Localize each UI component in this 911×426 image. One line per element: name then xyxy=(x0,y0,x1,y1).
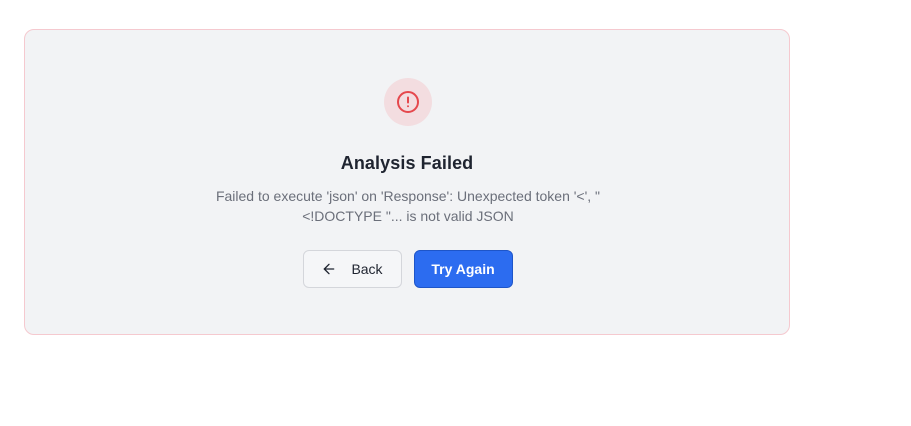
error-actions: Back Try Again xyxy=(25,250,789,288)
back-button[interactable]: Back xyxy=(302,250,402,288)
back-button-label: Back xyxy=(351,261,383,277)
try-again-button[interactable]: Try Again xyxy=(413,250,513,288)
error-message-line-2: <!DOCTYPE "... is not valid JSON xyxy=(302,208,514,224)
alert-circle-icon xyxy=(397,91,419,113)
error-message-line-1: Failed to execute 'json' on 'Response': … xyxy=(215,188,601,204)
error-title: Analysis Failed xyxy=(340,153,474,173)
try-again-button-label: Try Again xyxy=(431,261,495,277)
error-icon-container xyxy=(384,78,432,126)
arrow-left-icon xyxy=(324,263,335,275)
error-card: Analysis Failed Failed to execute 'json'… xyxy=(24,29,790,335)
error-message: Failed to execute 'json' on 'Response': … xyxy=(188,186,628,226)
